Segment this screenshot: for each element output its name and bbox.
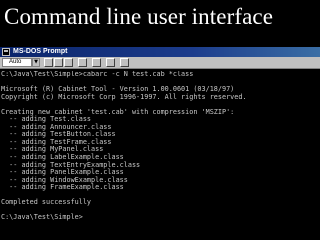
background-button[interactable]: [106, 58, 115, 67]
properties-button[interactable]: [92, 58, 101, 67]
chevron-down-icon[interactable]: ▼: [32, 58, 40, 67]
slide-title: Command line user interface: [4, 4, 274, 29]
console-output[interactable]: C:\Java\Test\Simple>cabarc -c N test.cab…: [1, 71, 319, 240]
window-title: MS-DOS Prompt: [13, 48, 68, 55]
font-button[interactable]: [120, 58, 129, 67]
window-titlebar[interactable]: MS-DOS Prompt: [0, 47, 320, 57]
console-line: -- adding FrameExample.class: [1, 183, 124, 192]
console-line: C:\Java\Test\Simple>cabarc -c N test.cab…: [1, 71, 194, 78]
paste-button[interactable]: [64, 58, 73, 67]
copy-button[interactable]: [54, 58, 63, 67]
toolbar: Auto ▼: [0, 57, 320, 69]
full-screen-button[interactable]: [78, 58, 87, 67]
dos-prompt-window: MS-DOS Prompt Auto ▼ C:\Java\Test\Simple…: [0, 47, 320, 240]
mark-button[interactable]: [44, 58, 53, 67]
console-line: Completed successfully: [1, 198, 92, 207]
system-menu-icon[interactable]: [2, 48, 10, 56]
font-size-select[interactable]: Auto: [2, 58, 32, 67]
console-line: C:\Java\Test\Simple>: [1, 213, 83, 222]
console-line: Copyright (c) Microsoft Corp 1996-1997. …: [1, 92, 247, 101]
